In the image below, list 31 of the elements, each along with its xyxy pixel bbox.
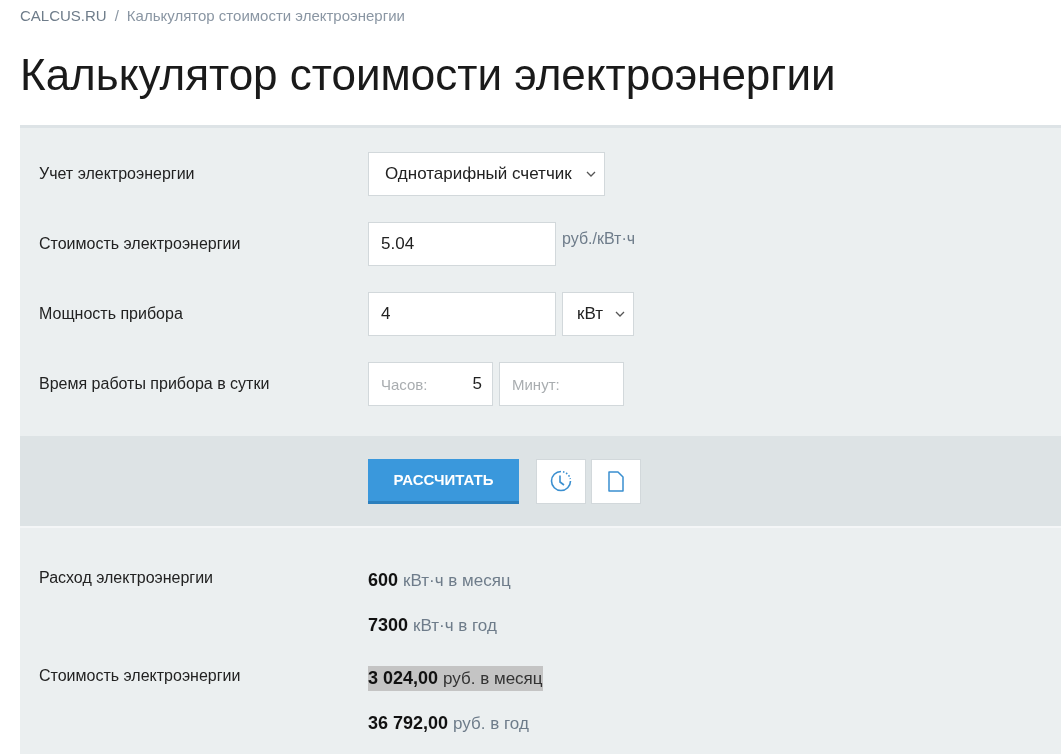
chevron-down-icon	[585, 171, 596, 177]
result-unit: кВт·ч в месяц	[403, 571, 511, 591]
clock-icon	[550, 470, 572, 492]
result-label: Стоимость электроэнергии	[39, 666, 242, 686]
result-label: Расход электроэнергии	[39, 568, 215, 588]
chevron-down-icon	[615, 311, 625, 317]
field-label: Стоимость электроэнергии	[39, 234, 242, 253]
document-button[interactable]	[591, 458, 641, 504]
result-unit: руб. в год	[453, 714, 529, 734]
time-field[interactable]: Часов: 5	[368, 362, 493, 406]
result-unit: кВт·ч в год	[413, 616, 497, 636]
result-value: 7300	[368, 615, 409, 636]
result-value: 600	[368, 570, 399, 591]
field-label: Учет электроэнергии	[39, 164, 196, 183]
meter-type-dropdown[interactable]: Однотарифный счетчик	[368, 152, 605, 196]
field-label: Часов:	[381, 375, 428, 393]
field-label: Мощность прибора	[39, 304, 184, 323]
unit-label: руб./кВт·ч	[562, 229, 636, 248]
result-value: 36 792,00	[368, 713, 449, 734]
breadcrumb-link[interactable]: CALCUS.RU	[20, 7, 107, 25]
page-title: Калькулятор стоимости электроэнергии	[19, 49, 837, 101]
result-unit: руб. в месяц	[443, 669, 543, 689]
field-label: Время работы прибора в сутки	[39, 374, 271, 393]
document-icon	[608, 470, 624, 492]
price-input[interactable]: 5.04	[368, 222, 556, 266]
unit-dropdown[interactable]: кВт	[562, 292, 634, 336]
breadcrumb-separator: /	[114, 7, 119, 25]
power-input[interactable]: 4	[368, 292, 556, 336]
history-button[interactable]	[536, 458, 586, 504]
result-value: 3 024,00	[368, 668, 439, 689]
field-label: Минут:	[512, 375, 560, 393]
